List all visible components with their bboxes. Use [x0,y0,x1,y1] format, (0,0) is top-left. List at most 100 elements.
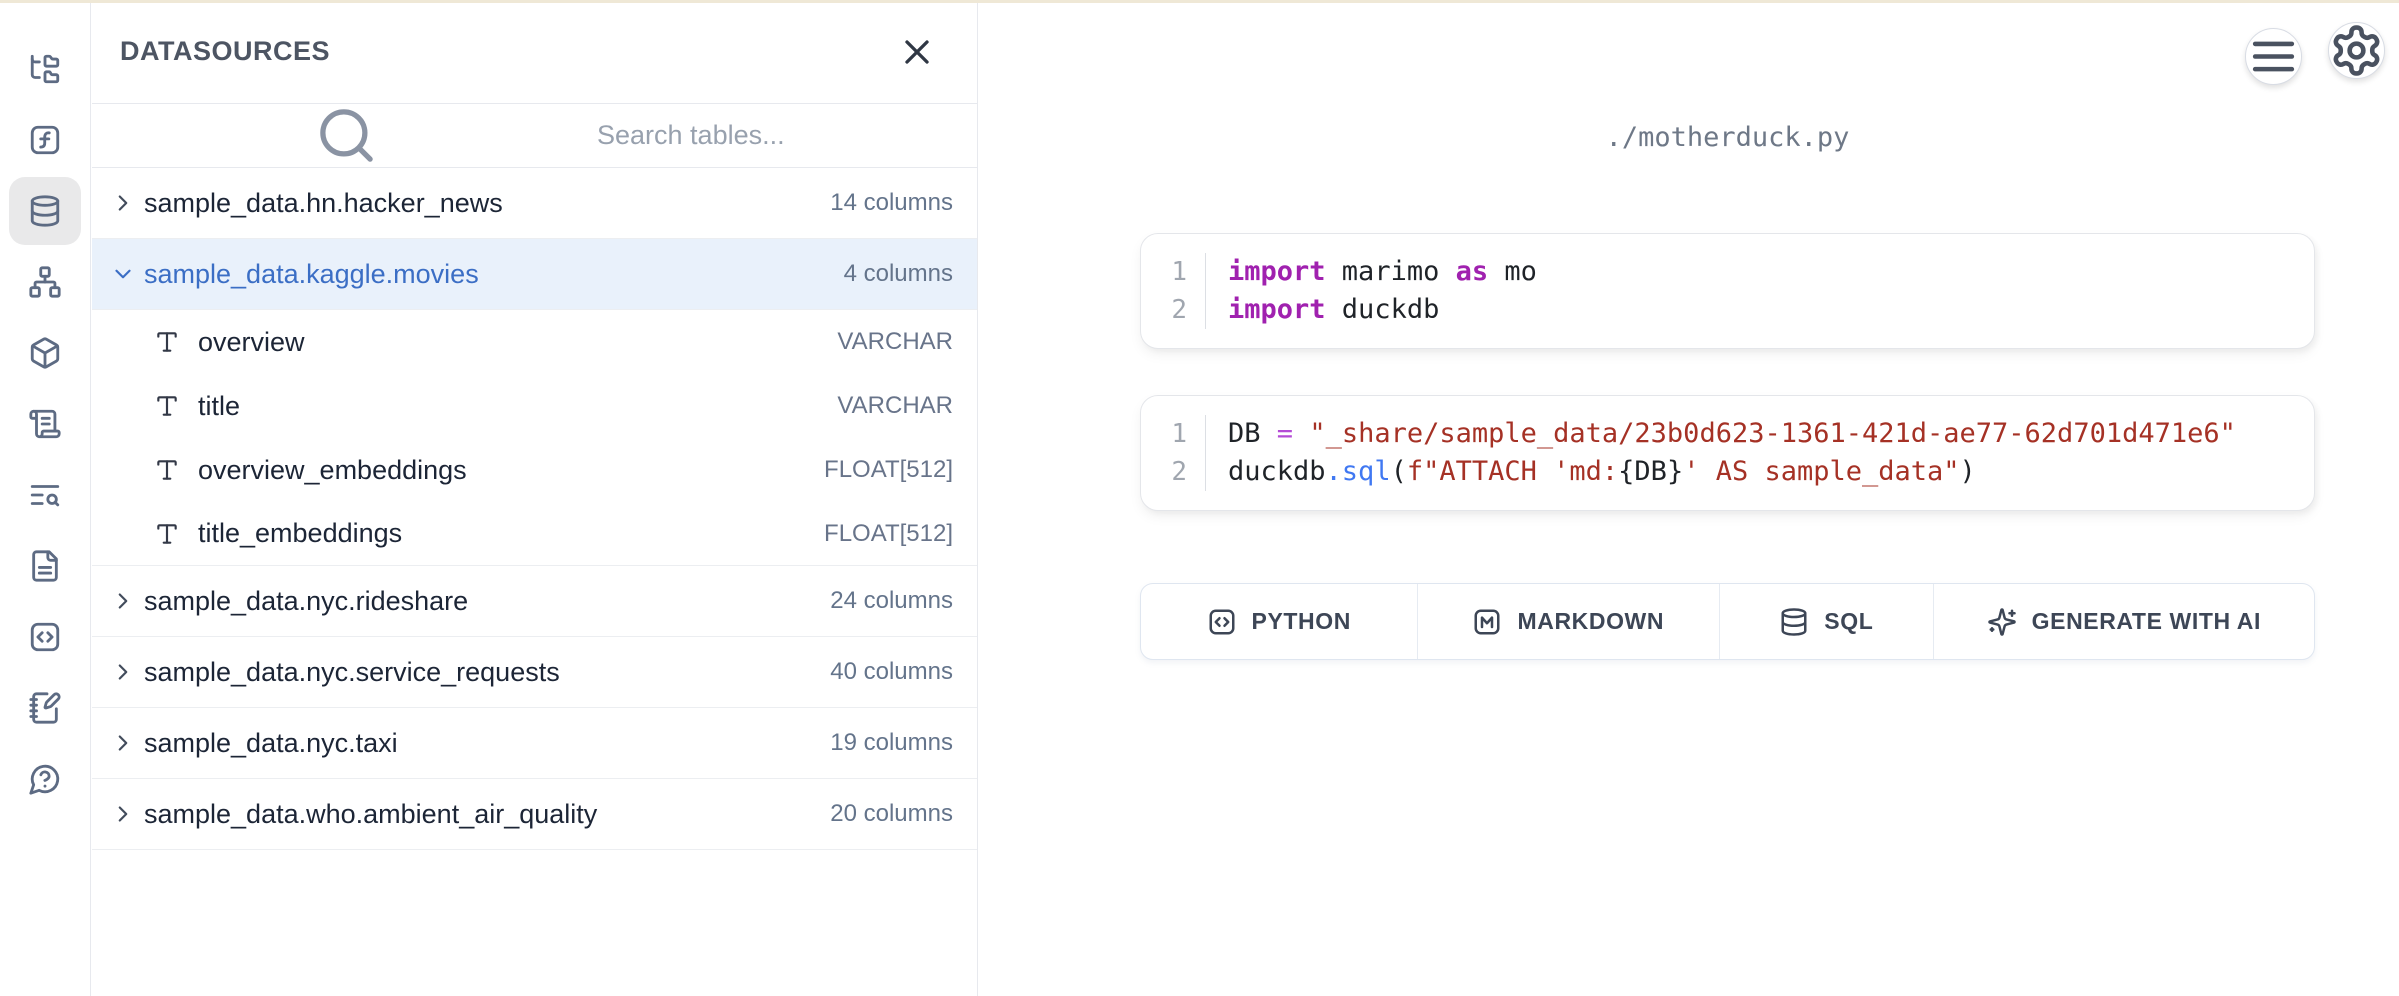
code-editor[interactable]: DB = "_share/sample_data/23b0d623-1361-4… [1206,415,2314,491]
table-row[interactable]: sample_data.who.ambient_air_quality 20 co… [92,779,977,850]
rail-item-log-search[interactable] [28,478,62,512]
column-row[interactable]: titleVARCHAR [92,374,977,438]
rail-item-variables[interactable] [28,123,62,157]
column-count: 24 columns [830,587,953,615]
top-accent-strip [0,0,2399,3]
line-number: 2 [1141,453,1205,491]
table-row[interactable]: sample_data.nyc.taxi 19 columns [92,708,977,779]
chevron-down-toggle[interactable] [110,261,136,287]
datasources-panel: DATASOURCES sample_data.hn.hacker_news 14… [92,0,978,996]
icon-rail [0,0,91,996]
chevron-right-icon [110,588,136,614]
document-icon [28,549,62,583]
chevron-right-icon [110,659,136,685]
column-name: title [198,391,240,422]
rail-item-documentation[interactable] [28,549,62,583]
chevron-down-icon [110,261,136,287]
gear-icon [2329,23,2384,78]
add-cell-markdown-button[interactable]: MARKDOWN [1417,584,1719,659]
code-editor[interactable]: import marimo as moimport duckdb [1206,253,2314,329]
rail-item-scratchpad[interactable] [28,691,62,725]
add-cell-generate-with-ai-button[interactable]: GENERATE WITH AI [1933,584,2314,659]
add-cell-button-group: PYTHON MARKDOWN SQL GENERATE WITH AI [1140,583,2315,660]
column-type: FLOAT[512] [824,456,953,484]
help-chat-icon [28,762,62,796]
markdown-icon [1472,607,1502,637]
rail-item-logs[interactable] [28,407,62,441]
rail-item-datasources[interactable] [28,194,62,228]
line-number: 1 [1141,415,1205,453]
column-row[interactable]: title_embeddings FLOAT[512] [92,502,977,566]
table-name: sample_data.hn.hacker_news [144,188,503,219]
sparkles-icon [1987,607,2017,637]
file-tree-icon [28,52,62,86]
rail-item-dependencies[interactable] [28,265,62,299]
chevron-right-toggle[interactable] [110,190,136,216]
table-list: sample_data.hn.hacker_news14 columnssamp… [92,168,977,850]
table-row[interactable]: sample_data.hn.hacker_news 14 columns [92,168,977,239]
chevron-right-toggle[interactable] [110,730,136,756]
rail-item-file-explorer[interactable] [28,52,62,86]
column-row[interactable]: overview_embeddings FLOAT[512] [92,438,977,502]
menu-icon [2246,29,2301,84]
add-cell-sql-button[interactable]: SQL [1719,584,1933,659]
function-icon [28,123,62,157]
close-panel-button[interactable] [897,32,937,72]
text-type-icon [154,457,180,483]
add-cell-button-label: MARKDOWN [1517,608,1664,635]
add-cell-python-button[interactable]: PYTHON [1141,584,1417,659]
notebook-menu-button[interactable] [2245,28,2302,85]
line-number-gutter: 12 [1141,253,1206,329]
column-type: FLOAT[512] [824,520,953,548]
dependency-graph-icon [28,265,62,299]
table-name: sample_data.who.ambient_air_quality [144,799,597,830]
add-cell-button-label: PYTHON [1252,608,1351,635]
chevron-right-icon [110,801,136,827]
database-icon [28,194,62,228]
column-count: 19 columns [830,729,953,757]
rail-item-help[interactable] [28,762,62,796]
add-cell-button-label: GENERATE WITH AI [2032,608,2261,635]
chevron-right-toggle[interactable] [110,659,136,685]
code-cell[interactable]: 12import marimo as moimport duckdb [1140,233,2315,349]
column-name: overview [198,327,305,358]
settings-button[interactable] [2328,22,2385,79]
text-type-icon [154,521,180,547]
table-row[interactable]: sample_data.kaggle.movies4 columns [92,239,977,310]
column-count: 20 columns [830,800,953,828]
line-number: 2 [1141,291,1205,329]
code-square-icon [1207,607,1237,637]
text-search-icon [28,478,62,512]
column-name: title_embeddings [198,518,402,549]
panel-header: DATASOURCES [92,0,977,104]
code-square-icon [28,620,62,654]
code-line: duckdb.sql(f"ATTACH 'md:{DB}' AS sample_… [1228,453,2314,491]
chevron-right-toggle[interactable] [110,588,136,614]
table-name: sample_data.nyc.service_requests [144,657,560,688]
notebook-filename[interactable]: ./motherduck.py [1140,122,2315,153]
code-cell[interactable]: 12DB = "_share/sample_data/23b0d623-1361… [1140,395,2315,511]
chevron-right-icon [110,730,136,756]
table-row[interactable]: sample_data.nyc.rideshare 24 columns [92,566,977,637]
package-icon [28,336,62,370]
column-count: 40 columns [830,658,953,686]
table-search [92,104,977,168]
column-name: overview_embeddings [198,455,467,486]
chevron-right-toggle[interactable] [110,801,136,827]
table-name: sample_data.nyc.rideshare [144,586,468,617]
code-line: import marimo as mo [1228,253,2314,291]
search-input[interactable] [595,119,953,152]
code-line: import duckdb [1228,291,2314,329]
line-number-gutter: 12 [1141,415,1206,491]
column-count: 14 columns [830,189,953,217]
notebook-pen-icon [28,691,62,725]
table-row[interactable]: sample_data.nyc.service_requests 40 colum… [92,637,977,708]
column-type: VARCHAR [837,328,953,356]
notebook-area: ./motherduck.py 12import marimo as moimp… [978,0,2399,996]
database-icon [1779,607,1809,637]
rail-item-snippets[interactable] [28,620,62,654]
add-cell-button-label: SQL [1824,608,1873,635]
column-row[interactable]: overview VARCHAR [92,310,977,374]
rail-item-packages[interactable] [28,336,62,370]
table-name: sample_data.nyc.taxi [144,728,398,759]
